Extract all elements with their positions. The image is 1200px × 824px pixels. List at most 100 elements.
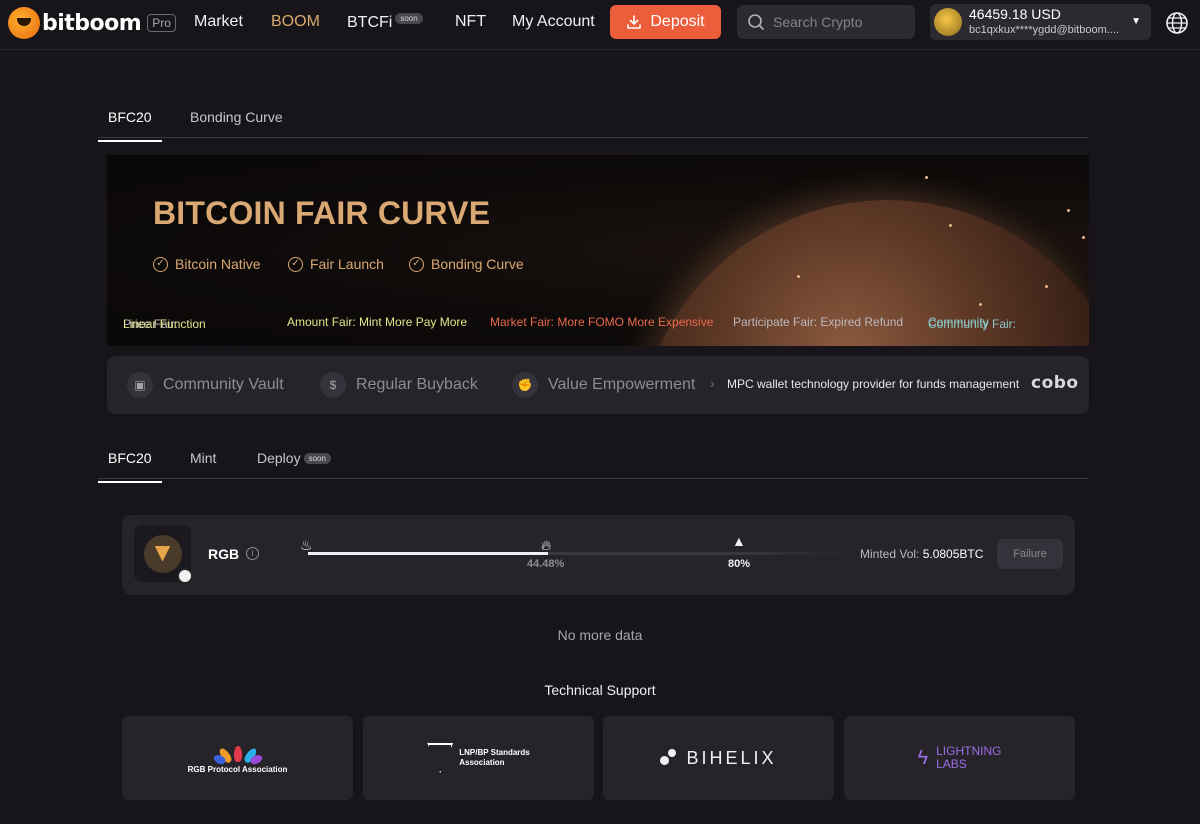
tab-bonding-curve[interactable]: Bonding Curve <box>190 109 283 141</box>
pumpkin-logo-icon <box>8 7 40 39</box>
fist-icon: ✊ <box>512 372 538 398</box>
info-regular-buyback: $ Regular Buyback <box>320 371 478 399</box>
info-icon[interactable]: i <box>246 547 259 560</box>
logo-wordmark: bitboom <box>42 10 142 36</box>
sub-tabs: BFC20 Mint Deploy soon <box>98 447 1089 483</box>
lnp-triangle-icon <box>427 743 454 773</box>
ticker-item-participate: Participate Fair: Expired Refund <box>733 315 904 329</box>
tab-bfc20-list[interactable]: BFC20 <box>98 450 162 483</box>
ticker-label: Community Fair: <box>928 317 1017 331</box>
partner-name: LIGHTNING LABS <box>936 745 1001 771</box>
partner-lnp-bp[interactable]: LNP/BP Standards Association <box>363 716 594 800</box>
star <box>797 275 800 278</box>
search-box[interactable] <box>737 5 915 39</box>
dollar-icon: $ <box>320 372 346 398</box>
star <box>1067 209 1070 212</box>
nav-my-account[interactable]: My Account <box>512 13 595 31</box>
mint-progress-fill <box>308 552 548 555</box>
caret-down-icon: ▼ <box>1131 16 1141 27</box>
tab-bfc20[interactable]: BFC20 <box>98 109 162 142</box>
nav-nft[interactable]: NFT <box>455 13 486 31</box>
ticker-item-amount: Amount Fair: Mint More Pay More <box>287 315 468 329</box>
mint-progress-bar <box>308 552 848 555</box>
vault-icon: ▣ <box>127 372 153 398</box>
info-value-empowerment: ✊ Value Empowerment <box>512 371 695 399</box>
lightning-bolt-icon: ϟ <box>917 746 929 769</box>
nav-boom[interactable]: BOOM <box>271 13 320 31</box>
pro-badge: Pro <box>147 14 176 32</box>
search-input[interactable] <box>773 14 903 30</box>
partner-name-line2: LABS <box>936 757 967 771</box>
partner-bihelix[interactable]: BIHELIX <box>603 716 834 800</box>
globe-icon[interactable] <box>1165 11 1189 35</box>
partner-name-line2: Association <box>459 758 505 767</box>
chain-badge-icon <box>177 568 193 584</box>
soon-badge: soon <box>303 453 331 464</box>
account-balance: 46459.18 USD <box>969 6 1061 22</box>
partner-name: RGB Protocol Association <box>187 765 288 774</box>
bihelix-dots-icon <box>660 749 678 767</box>
minted-volume: Minted Vol: 5.0805BTC <box>860 547 983 561</box>
partner-name: BIHELIX <box>686 747 777 768</box>
top-header: bitboom Pro Market BOOM BTCFi soon NFT My… <box>0 0 1200 50</box>
milestone-percent: 80% <box>728 558 751 570</box>
nav-market[interactable]: Market <box>194 13 243 31</box>
star <box>1045 285 1048 288</box>
tab-deploy[interactable]: Deploy soon <box>257 450 331 482</box>
partner-lightning-labs[interactable]: ϟ LIGHTNING LABS <box>844 716 1075 800</box>
fire-start-icon: ♨ <box>300 537 313 553</box>
deposit-label: Deposit <box>650 13 705 30</box>
partner-name: LNP/BP Standards Association <box>459 748 530 768</box>
fairness-ticker: Price Fair: Linear Function Amount Fair:… <box>107 313 1089 333</box>
progress-percent: 44.48% <box>527 558 565 570</box>
ticker-item-community: Community Fair: Community <box>928 315 1016 331</box>
check-circle-icon: ✓ <box>153 256 168 272</box>
failure-status-button[interactable]: Failure <box>997 539 1063 569</box>
info-community-vault: ▣ Community Vault <box>127 371 284 399</box>
token-name: RGB <box>208 546 240 562</box>
feature-label: Bitcoin Native <box>175 256 261 272</box>
feature-label: Bonding Curve <box>431 256 524 272</box>
avatar <box>934 8 962 36</box>
info-label: Community Vault <box>163 376 284 393</box>
tab-deploy-label: Deploy <box>257 450 301 466</box>
download-icon <box>627 15 642 29</box>
ticker-item-market: Market Fair: More FOMO More Expensive <box>490 315 714 329</box>
cobo-logo[interactable]: cobo <box>1031 373 1079 393</box>
account-dropdown[interactable]: 46459.18 USD bc1qxkux****ygdd@bitboom...… <box>930 4 1151 40</box>
soon-badge: soon <box>395 13 423 24</box>
bitboom-logo[interactable]: bitboom Pro <box>8 6 176 40</box>
feature-fair-launch: ✓ Fair Launch <box>288 256 384 272</box>
ticker-value: Linear Function <box>123 317 206 331</box>
nav-btcfi[interactable]: BTCFi soon <box>347 13 423 32</box>
rocket-icon: ▲ <box>732 533 746 549</box>
deposit-button[interactable]: Deposit <box>610 5 721 39</box>
top-tabs: BFC20 Bonding Curve <box>98 106 1089 142</box>
mpc-description: MPC wallet technology provider for funds… <box>727 377 1020 391</box>
tech-support-title: Technical Support <box>544 682 656 698</box>
token-logo <box>134 525 193 584</box>
nav-btcfi-label: BTCFi <box>347 14 393 31</box>
hero-banner: BITCOIN FAIR CURVE ✓ Bitcoin Native ✓ Fair… <box>107 155 1089 346</box>
chevron-right-icon: › <box>710 375 715 391</box>
star <box>949 224 952 227</box>
info-label: Regular Buyback <box>356 376 478 393</box>
flame-icon: 🔥︎ <box>541 537 552 553</box>
search-icon <box>748 14 764 30</box>
partner-name-line1: LNP/BP Standards <box>459 748 530 757</box>
feature-info-bar: ▣ Community Vault $ Regular Buyback ✊ Va… <box>107 356 1089 414</box>
account-address: bc1qxkux****ygdd@bitboom.... <box>969 24 1119 36</box>
info-label: Value Empowerment <box>548 376 696 393</box>
banner-title: BITCOIN FAIR CURVE <box>153 195 491 231</box>
partner-rgb-protocol[interactable]: RGB Protocol Association <box>122 716 353 800</box>
check-circle-icon: ✓ <box>409 256 424 272</box>
feature-label: Fair Launch <box>310 256 384 272</box>
feature-bitcoin-native: ✓ Bitcoin Native <box>153 256 261 272</box>
star <box>925 176 928 179</box>
star <box>979 303 982 306</box>
feature-bonding-curve: ✓ Bonding Curve <box>409 256 524 272</box>
tab-mint[interactable]: Mint <box>190 450 216 482</box>
rgb-flower-icon <box>211 742 264 766</box>
token-row[interactable]: RGB i ♨ 🔥︎ ▲ 44.48% 80% Minted Vol: 5.08… <box>122 515 1075 595</box>
minted-label: Minted Vol: <box>860 547 923 561</box>
